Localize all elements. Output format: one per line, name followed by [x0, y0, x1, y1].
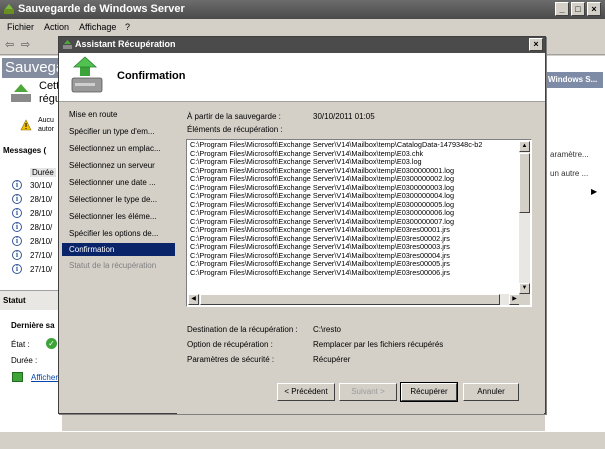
maximize-button[interactable]: □	[571, 2, 585, 16]
expand-arrow-icon[interactable]: ▶	[591, 187, 597, 196]
info-icon: i	[12, 194, 22, 204]
dialog-title: Assistant Récupération	[75, 39, 176, 49]
option-value: Remplacer par les fichiers récupérés	[313, 340, 444, 349]
menu-help[interactable]: ?	[125, 22, 130, 32]
cancel-button[interactable]: Annuler	[463, 383, 519, 401]
step-options[interactable]: Spécifier les options de...	[62, 227, 175, 240]
dialog-header: Confirmation	[59, 53, 545, 102]
step-confirmation[interactable]: Confirmation	[62, 243, 175, 256]
view-report-icon	[12, 372, 23, 382]
destination-value: C:\resto	[313, 325, 342, 334]
destination-label: Destination de la récupération :	[187, 325, 298, 334]
option-label: Option de récupération :	[187, 340, 273, 349]
action-link-autre[interactable]: un autre ...	[550, 169, 588, 178]
scroll-down-icon[interactable]: ▼	[519, 283, 530, 294]
items-label: Éléments de récupération :	[187, 125, 283, 134]
warning-icon	[20, 119, 32, 131]
horizontal-scrollbar[interactable]: ◀ ▶	[188, 294, 520, 305]
page-banner: Sauvegar	[2, 58, 69, 78]
vertical-scroll-thumb[interactable]	[519, 153, 530, 213]
scroll-up-icon[interactable]: ▲	[519, 141, 530, 152]
info-icon: i	[12, 264, 22, 274]
messages-heading: Messages (	[3, 146, 47, 155]
back-arrow-icon[interactable]: ⇦	[5, 38, 19, 52]
action-link-parametres[interactable]: aramètre...	[550, 150, 589, 159]
backup-app-icon	[4, 4, 14, 14]
security-label: Paramètres de sécurité :	[187, 355, 275, 364]
info-icon: i	[12, 180, 22, 190]
duration-label: Durée :	[11, 356, 38, 365]
forward-arrow-icon[interactable]: ⇨	[21, 38, 35, 52]
menu-fichier[interactable]: Fichier	[7, 22, 34, 32]
backup-from-label: À partir de la sauvegarde :	[187, 112, 281, 121]
scroll-left-icon[interactable]: ◀	[188, 294, 199, 305]
vertical-scrollbar[interactable]: ▲ ▼	[519, 141, 530, 294]
step-emplacement[interactable]: Sélectionnez un emplac...	[62, 142, 175, 155]
menu-affichage[interactable]: Affichage	[79, 22, 116, 32]
view-report-link[interactable]: Afficher	[31, 373, 58, 382]
step-serveur[interactable]: Sélectionnez un serveur	[62, 159, 175, 172]
duree-column-header[interactable]: Durée	[30, 168, 56, 177]
backup-from-value: 30/10/2011 01:05	[313, 112, 375, 121]
bg-text-auto: autor	[38, 126, 54, 133]
info-icon: i	[12, 222, 22, 232]
step-elements[interactable]: Sélectionner les éléme...	[62, 210, 175, 223]
last-backup-heading: Dernière sa	[11, 321, 55, 330]
recovery-items-list[interactable]: C:\Program Files\Microsoft\Exchange Serv…	[186, 139, 532, 307]
main-title: Sauvegarde de Windows Server	[18, 3, 185, 15]
confirmation-panel: À partir de la sauvegarde : 30/10/2011 0…	[177, 103, 544, 414]
main-title-bar[interactable]: Sauvegarde de Windows Server _ □ ×	[0, 0, 605, 19]
next-button[interactable]: Suivant >	[339, 383, 397, 401]
minimize-button[interactable]: _	[555, 2, 569, 16]
status-heading: Statut	[3, 296, 26, 305]
step-statut: Statut de la récupération	[69, 261, 157, 270]
list-item[interactable]: C:\Program Files\Microsoft\Exchange Serv…	[188, 268, 520, 278]
backup-drive-icon	[11, 84, 31, 102]
step-date[interactable]: Sélectionner une date ...	[62, 176, 175, 189]
step-type[interactable]: Spécifier un type d'em...	[62, 125, 175, 138]
dialog-header-title: Confirmation	[117, 70, 186, 82]
status-bar	[0, 431, 605, 449]
recover-button[interactable]: Récupérer	[400, 382, 458, 402]
recovery-drive-icon	[71, 56, 103, 93]
wizard-steps: Mise en route Spécifier un type d'em... …	[60, 103, 177, 413]
step-mise-en-route[interactable]: Mise en route	[62, 108, 175, 121]
items-list-body: C:\Program Files\Microsoft\Exchange Serv…	[188, 141, 520, 294]
info-icon: i	[12, 208, 22, 218]
previous-button[interactable]: < Précédent	[277, 383, 335, 401]
recovery-wizard-dialog: Assistant Récupération × Confirmation Mi…	[58, 36, 546, 414]
menu-action[interactable]: Action	[44, 22, 69, 32]
security-value: Récupérer	[313, 355, 351, 364]
actions-pane-header: Windows S...	[545, 72, 603, 88]
bg-text-aucu: Aucu	[38, 117, 54, 124]
dialog-title-bar[interactable]: Assistant Récupération ×	[59, 37, 545, 53]
dialog-close-button[interactable]: ×	[529, 38, 543, 51]
wizard-icon	[63, 40, 72, 49]
close-button[interactable]: ×	[587, 2, 601, 16]
bg-text-cette: Cett	[39, 80, 60, 92]
check-icon: ✓	[46, 338, 57, 349]
step-type-recuperation[interactable]: Sélectionner le type de...	[62, 193, 175, 206]
info-icon: i	[12, 236, 22, 246]
info-icon: i	[12, 250, 22, 260]
actions-pane-background	[545, 56, 605, 431]
state-label: État :	[11, 340, 30, 349]
scroll-corner	[519, 294, 530, 305]
horizontal-scroll-thumb[interactable]	[200, 294, 500, 305]
menu-bar: Fichier Action Affichage ?	[0, 19, 605, 35]
